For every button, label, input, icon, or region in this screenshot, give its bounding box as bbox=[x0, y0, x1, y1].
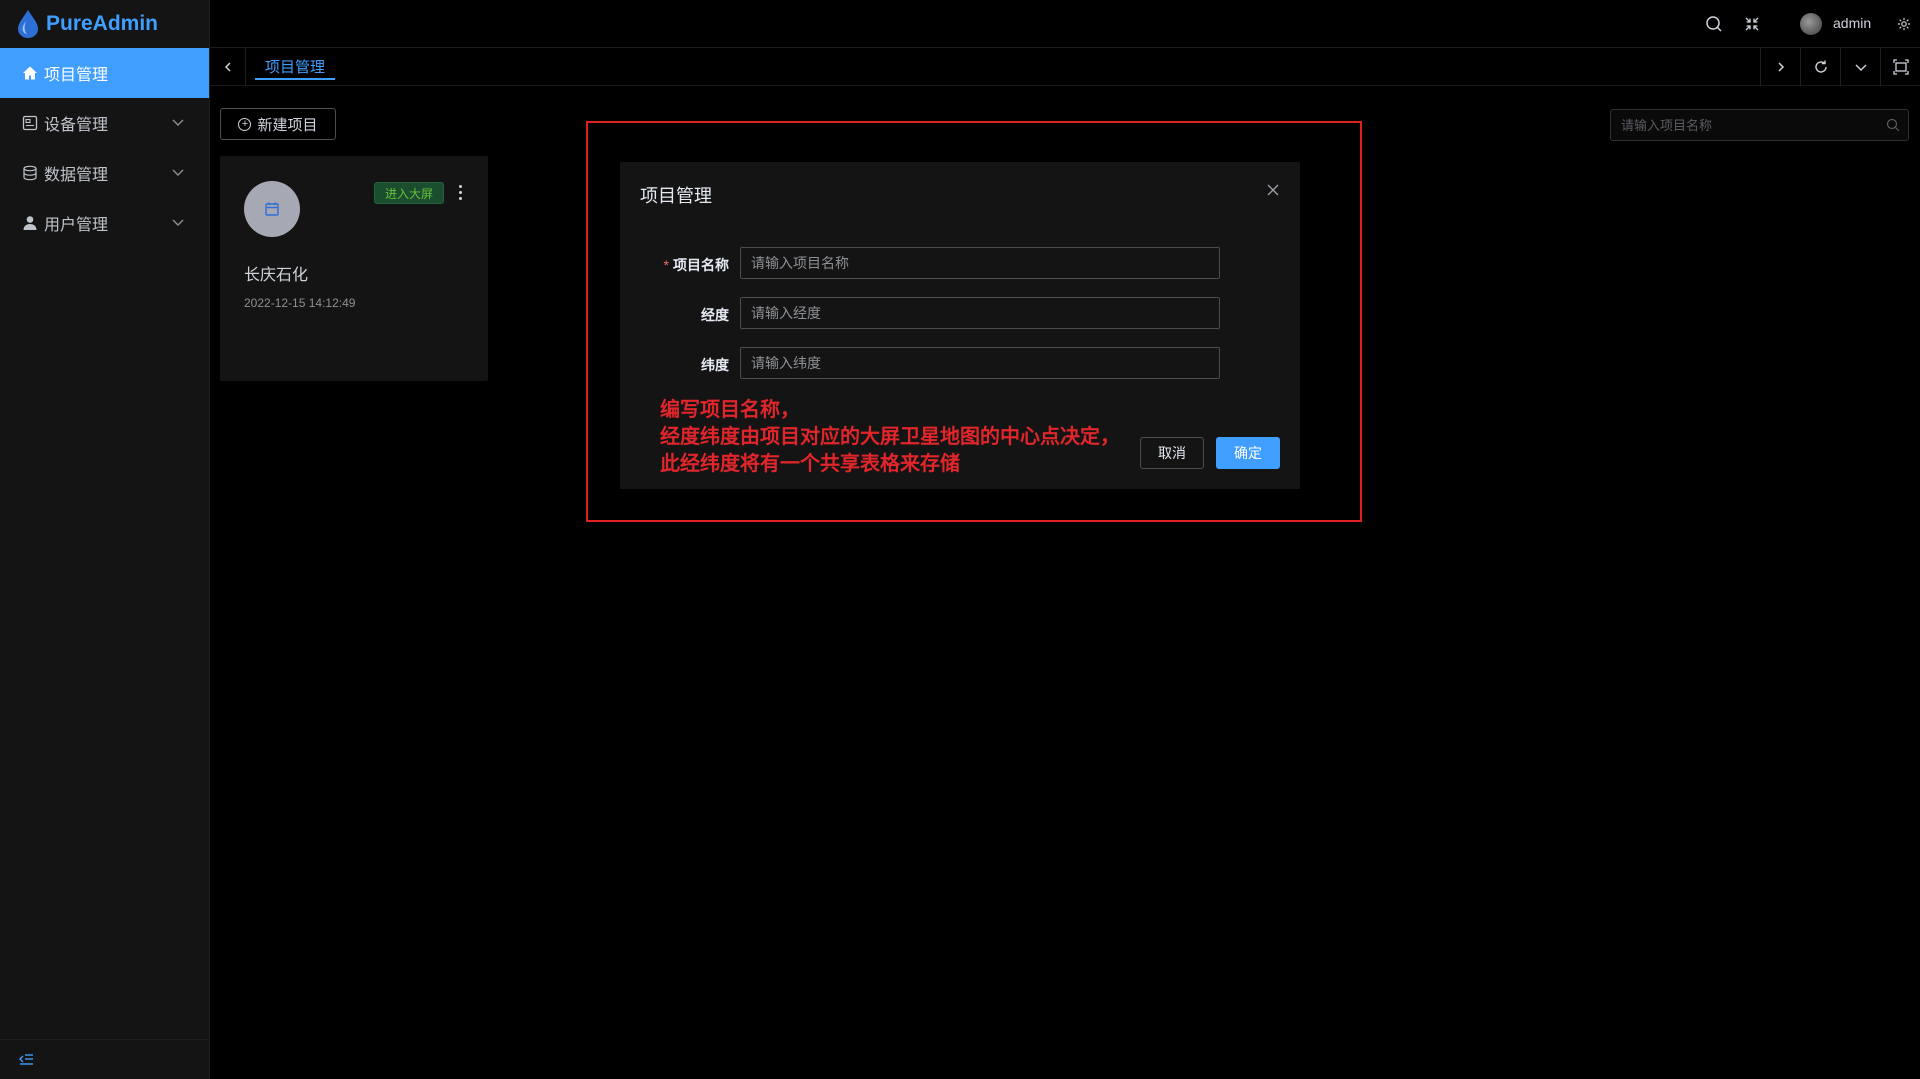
annotation-text: 编写项目名称， 经度纬度由项目对应的大屏卫星地图的中心点决定， 此经纬度将有一个… bbox=[660, 397, 1140, 478]
annotation-line: 经度纬度由项目对应的大屏卫星地图的中心点决定， bbox=[660, 426, 1120, 448]
app-name: PureAdmin bbox=[46, 12, 159, 35]
chevron-left-icon bbox=[224, 62, 231, 72]
exit-fullscreen-icon[interactable] bbox=[1742, 14, 1762, 34]
new-project-label: 新建项目 bbox=[257, 116, 318, 134]
avatar[interactable] bbox=[1800, 13, 1822, 35]
enter-dashboard-tag[interactable]: 进入大屏 bbox=[374, 182, 445, 204]
device-icon bbox=[22, 115, 38, 131]
longitude-input[interactable] bbox=[740, 297, 1220, 329]
home-icon bbox=[22, 65, 38, 81]
tabs-dropdown-button[interactable] bbox=[1840, 48, 1880, 86]
project-card[interactable]: 进入大屏 长庆石化 2022-12-15 14:12:49 bbox=[220, 156, 488, 381]
sidebar-item-label: 设备管理 bbox=[44, 117, 109, 134]
tabs-scroll-left-button[interactable] bbox=[210, 48, 246, 86]
sidebar-item-label: 项目管理 bbox=[44, 67, 109, 84]
fullscreen-icon bbox=[1892, 59, 1909, 75]
search-input[interactable] bbox=[1611, 110, 1871, 140]
field-label: * 项目名称 bbox=[663, 257, 729, 273]
tabs-bar: 项目管理 bbox=[210, 48, 1920, 86]
project-title: 长庆石化 bbox=[244, 267, 309, 284]
search-icon[interactable] bbox=[1886, 118, 1900, 132]
project-avatar bbox=[244, 181, 300, 237]
required-mark: * bbox=[663, 257, 669, 273]
logo-drop-icon bbox=[18, 10, 38, 38]
sidebar-item-label: 用户管理 bbox=[44, 217, 109, 234]
collapse-sidebar-button[interactable] bbox=[0, 1039, 210, 1079]
refresh-button[interactable] bbox=[1800, 48, 1840, 86]
form-row-latitude: 纬度 bbox=[620, 347, 1300, 379]
search-icon[interactable] bbox=[1704, 14, 1724, 34]
tabs-scroll-right-button[interactable] bbox=[1760, 48, 1800, 86]
chevron-right-icon bbox=[1777, 62, 1784, 72]
chevron-down-icon bbox=[172, 219, 184, 226]
dialog-title: 项目管理 bbox=[640, 186, 712, 206]
sidebar-item-data[interactable]: 数据管理 bbox=[0, 148, 209, 198]
project-name-input[interactable] bbox=[740, 247, 1220, 279]
refresh-icon bbox=[1814, 60, 1827, 73]
tab-projects[interactable]: 项目管理 bbox=[255, 56, 336, 80]
user-icon bbox=[22, 215, 38, 231]
field-label: 纬度 bbox=[701, 357, 729, 373]
project-search bbox=[1610, 109, 1909, 141]
chevron-down-icon bbox=[1855, 64, 1866, 71]
username[interactable]: admin bbox=[1833, 15, 1871, 31]
sidebar-item-devices[interactable]: 设备管理 bbox=[0, 98, 209, 148]
sidebar: PureAdmin 项目管理 设备管理 数据管理 用户管理 bbox=[0, 0, 210, 1079]
plus-circle-icon: + bbox=[238, 117, 252, 131]
close-icon[interactable] bbox=[1266, 183, 1280, 197]
form-row-name: * 项目名称 bbox=[620, 247, 1300, 279]
chevron-down-icon bbox=[172, 169, 184, 176]
sidebar-item-projects[interactable]: 项目管理 bbox=[0, 48, 209, 98]
calendar-icon bbox=[265, 202, 279, 216]
gear-icon[interactable] bbox=[1894, 14, 1914, 34]
more-vertical-icon[interactable] bbox=[454, 182, 466, 202]
fullscreen-content-button[interactable] bbox=[1880, 48, 1920, 86]
annotation-line: 编写项目名称， bbox=[660, 399, 800, 421]
cancel-button[interactable]: 取消 bbox=[1140, 437, 1204, 469]
menu-fold-icon bbox=[19, 1053, 33, 1065]
chevron-down-icon bbox=[172, 119, 184, 126]
sidebar-item-users[interactable]: 用户管理 bbox=[0, 198, 209, 248]
form-row-longitude: 经度 bbox=[620, 297, 1300, 329]
project-date: 2022-12-15 14:12:49 bbox=[244, 296, 356, 310]
top-header: admin bbox=[210, 0, 1920, 48]
database-icon bbox=[22, 165, 38, 181]
field-label: 经度 bbox=[701, 307, 729, 323]
latitude-input[interactable] bbox=[740, 347, 1220, 379]
sidebar-item-label: 数据管理 bbox=[44, 167, 109, 184]
new-project-button[interactable]: + 新建项目 bbox=[220, 108, 336, 140]
logo[interactable]: PureAdmin bbox=[0, 0, 209, 48]
project-dialog: 项目管理 *项目名称 经度 纬度 编写项目名称， 经度纬度由项目对应的大屏卫星地… bbox=[620, 162, 1300, 489]
annotation-line: 此经纬度将有一个共享表格来存储 bbox=[660, 453, 960, 475]
confirm-button[interactable]: 确定 bbox=[1216, 437, 1280, 469]
